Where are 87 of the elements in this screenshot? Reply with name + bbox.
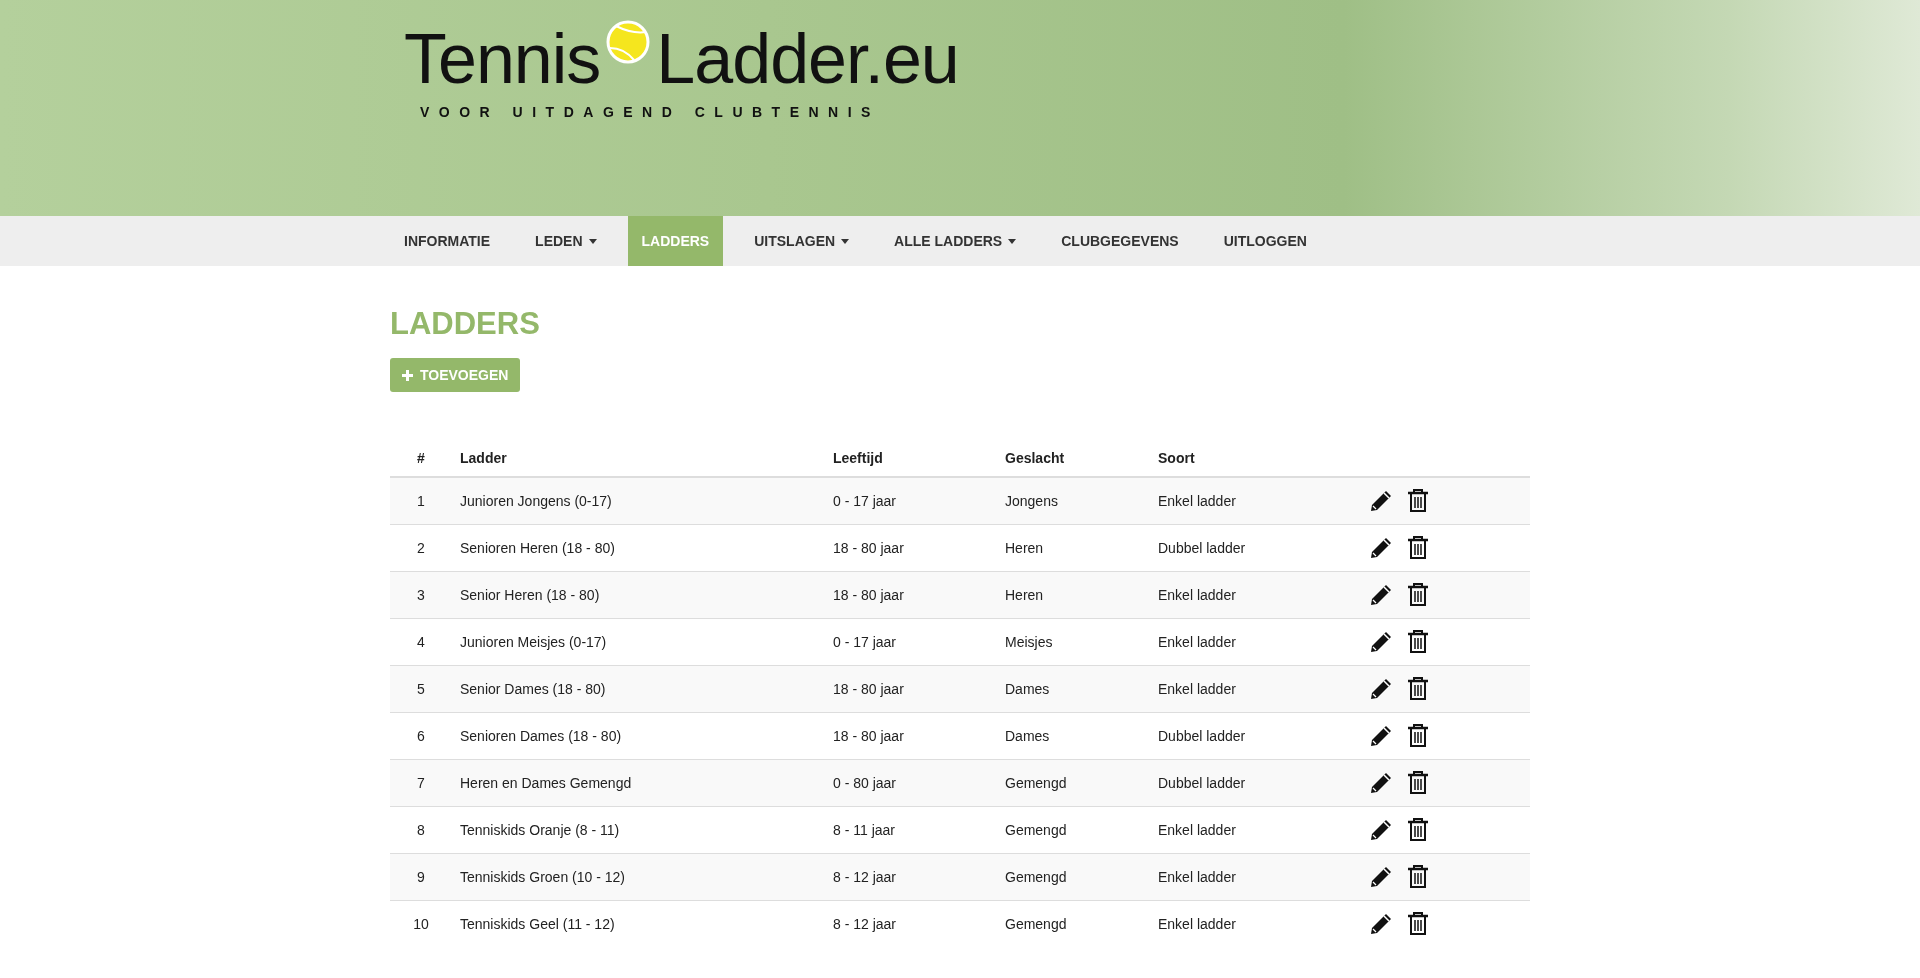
table-cell: 0 - 17 jaar <box>833 493 897 509</box>
trash-icon[interactable] <box>1405 770 1431 796</box>
plus-icon <box>402 369 413 381</box>
pencil-icon[interactable] <box>1368 817 1394 843</box>
trash-icon[interactable] <box>1405 629 1431 655</box>
table-cell: Senioren Heren (18 - 80) <box>460 540 615 556</box>
table-cell: 18 - 80 jaar <box>833 728 904 744</box>
nav-item[interactable]: LEDEN <box>521 216 611 266</box>
column-header: Leeftijd <box>833 450 883 466</box>
table-cell: Dubbel ladder <box>1158 728 1246 744</box>
pencil-icon[interactable] <box>1368 535 1394 561</box>
table-cell: Heren <box>1005 540 1044 556</box>
table-cell: Tenniskids Oranje (8 - 11) <box>460 822 620 838</box>
table-cell: 4 <box>417 634 425 650</box>
table-cell: Enkel ladder <box>1158 634 1236 650</box>
table-cell: Enkel ladder <box>1158 587 1236 603</box>
column-header: # <box>417 450 425 466</box>
logo-tagline: VOOR UITDAGEND CLUBTENNIS <box>419 104 881 120</box>
nav-item[interactable]: CLUBGEGEVENS <box>1047 216 1193 266</box>
table-cell: 18 - 80 jaar <box>833 587 904 603</box>
tennis-ball-icon <box>606 20 651 64</box>
logo-text: Tennis <box>404 24 601 94</box>
table-cell: Enkel ladder <box>1158 681 1236 697</box>
table-cell: Gemengd <box>1005 869 1067 885</box>
table-cell: 0 - 17 jaar <box>833 634 897 650</box>
table-cell: Gemengd <box>1005 822 1067 838</box>
table-cell: 0 - 80 jaar <box>833 775 897 791</box>
table-cell: 8 <box>417 822 425 838</box>
pencil-icon[interactable] <box>1368 629 1394 655</box>
table-cell: Gemengd <box>1005 916 1067 932</box>
pencil-icon[interactable] <box>1368 911 1394 937</box>
trash-icon[interactable] <box>1405 864 1431 890</box>
table-cell: Jongens <box>1005 493 1058 509</box>
table-cell: Heren <box>1005 587 1044 603</box>
trash-icon[interactable] <box>1405 535 1431 561</box>
table-cell: Enkel ladder <box>1158 869 1236 885</box>
nav-item[interactable]: UITSLAGEN <box>740 216 864 266</box>
table-cell: 2 <box>417 540 425 556</box>
table-cell: 5 <box>417 681 425 697</box>
table-cell: 7 <box>417 775 425 791</box>
table-cell: Gemengd <box>1005 775 1067 791</box>
trash-icon[interactable] <box>1405 911 1431 937</box>
table-cell: 9 <box>417 869 425 885</box>
table-cell: 8 - 12 jaar <box>833 916 897 932</box>
table-cell: Junioren Meisjes (0-17) <box>460 634 607 650</box>
table-cell: 1 <box>417 493 425 509</box>
column-header: Soort <box>1158 450 1195 466</box>
table-cell: Senioren Dames (18 - 80) <box>460 728 622 744</box>
table-cell: 18 - 80 jaar <box>833 681 904 697</box>
table-cell: Heren en Dames Gemengd <box>460 775 632 791</box>
nav-item[interactable]: INFORMATIE <box>390 216 505 266</box>
logo-text: Ladder.eu <box>656 24 959 94</box>
pencil-icon[interactable] <box>1368 864 1394 890</box>
table-cell: Tenniskids Geel (11 - 12) <box>460 916 615 932</box>
table-cell: Enkel ladder <box>1158 493 1236 509</box>
table-cell: Dames <box>1005 681 1050 697</box>
table-cell: Dubbel ladder <box>1158 540 1246 556</box>
table-cell: Dames <box>1005 728 1050 744</box>
pencil-icon[interactable] <box>1368 582 1394 608</box>
table-cell: Tenniskids Groen (10 - 12) <box>460 869 625 885</box>
table-cell: Enkel ladder <box>1158 916 1236 932</box>
table-cell: Junioren Jongens (0-17) <box>460 493 612 509</box>
nav-item[interactable]: ALLE LADDERS <box>880 216 1031 266</box>
column-header: Geslacht <box>1005 450 1065 466</box>
table-cell: Dubbel ladder <box>1158 775 1246 791</box>
pencil-icon[interactable] <box>1368 488 1394 514</box>
trash-icon[interactable] <box>1405 488 1431 514</box>
trash-icon[interactable] <box>1405 582 1431 608</box>
table-cell: Enkel ladder <box>1158 822 1236 838</box>
table-cell: 10 <box>413 916 429 932</box>
trash-icon[interactable] <box>1405 817 1431 843</box>
trash-icon[interactable] <box>1405 676 1431 702</box>
table-cell: 8 - 12 jaar <box>833 869 897 885</box>
table-cell: Meisjes <box>1005 634 1053 650</box>
nav-item[interactable]: UITLOGGEN <box>1209 216 1321 266</box>
pencil-icon[interactable] <box>1368 676 1394 702</box>
pencil-icon[interactable] <box>1368 770 1394 796</box>
table-cell: Senior Heren (18 - 80) <box>460 587 600 603</box>
pencil-icon[interactable] <box>1368 723 1394 749</box>
table-cell: 6 <box>417 728 425 744</box>
column-header: Ladder <box>460 450 507 466</box>
table-cell: 3 <box>417 587 425 603</box>
page-title: LADDERS <box>390 306 541 342</box>
table-cell: 8 - 11 jaar <box>833 822 895 838</box>
trash-icon[interactable] <box>1405 723 1431 749</box>
table-cell: Senior Dames (18 - 80) <box>460 681 606 697</box>
table-cell: 18 - 80 jaar <box>833 540 904 556</box>
